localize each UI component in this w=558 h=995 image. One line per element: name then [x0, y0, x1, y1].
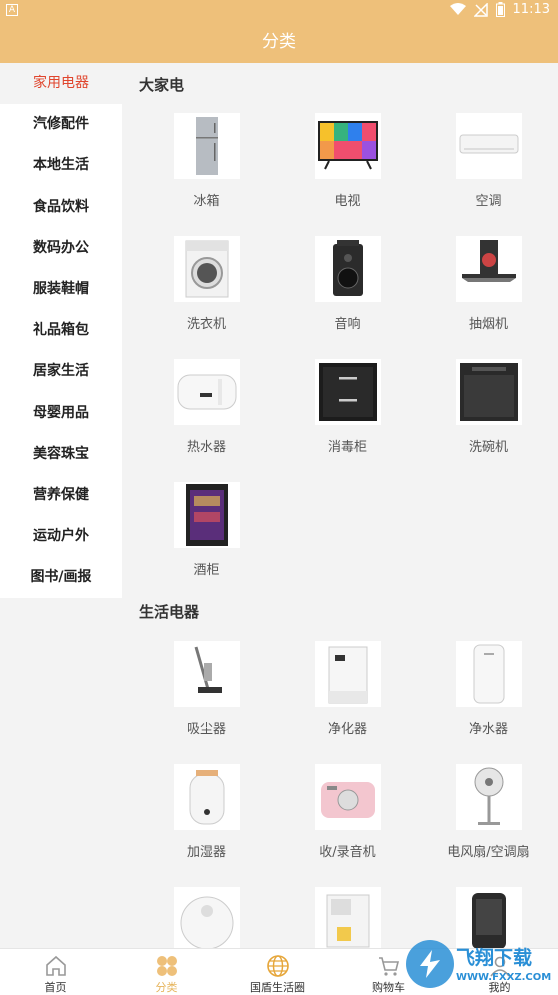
app-notification-icon: A: [6, 4, 18, 16]
category-tile[interactable]: 加湿器: [136, 764, 277, 860]
category-icon: [156, 956, 177, 976]
tab-home-label: 首页: [44, 981, 67, 994]
sidebar-item[interactable]: 本地生活: [0, 145, 122, 186]
signal-off-icon: [473, 2, 488, 17]
category-tile-label: 洗衣机: [186, 317, 226, 332]
category-tile-label: 消毒柜: [327, 440, 367, 455]
category-tile[interactable]: 电视: [277, 113, 418, 209]
wifi-icon: [449, 3, 466, 15]
svg-text:WWW.FXXZ.COM: WWW.FXXZ.COM: [456, 972, 551, 983]
category-tile-label: 电视: [334, 194, 361, 209]
page-title-bar: 分类: [0, 22, 558, 63]
tab-life-circle-label: 国盾生活圈: [250, 981, 305, 994]
sidebar-item[interactable]: 运动户外: [0, 516, 122, 557]
product-thumbnail: [173, 641, 240, 707]
watermark-logo: 飞翔下载 WWW.FXXZ.COM: [402, 936, 552, 992]
category-tile-label: 净化器: [327, 722, 367, 737]
sidebar-item[interactable]: 居家生活: [0, 351, 122, 392]
section-title-major-appliances: 大家电: [139, 76, 185, 94]
product-thumbnail: [173, 482, 240, 548]
sidebar-item[interactable]: 服装鞋帽: [0, 269, 122, 310]
category-tile[interactable]: 热水器: [136, 359, 277, 455]
product-thumbnail: [314, 359, 381, 425]
product-thumbnail: [173, 764, 240, 830]
section-title-small-appliances: 生活电器: [139, 603, 200, 621]
product-thumbnail: [455, 641, 522, 707]
cart-icon: [378, 957, 399, 976]
category-tile[interactable]: 净水器: [418, 641, 558, 737]
category-tile-label: 抽烟机: [468, 317, 508, 332]
page-title: 分类: [262, 32, 296, 52]
sidebar-item[interactable]: 礼品箱包: [0, 310, 122, 351]
category-tile-label: 酒柜: [193, 563, 220, 578]
tab-life-circle[interactable]: 国盾生活圈: [222, 949, 333, 995]
category-tile-label: 热水器: [186, 440, 226, 455]
category-tile-label: 空调: [475, 194, 502, 209]
tab-home[interactable]: 首页: [0, 949, 111, 995]
product-thumbnail: [173, 113, 240, 179]
sidebar-item[interactable]: 家用电器: [0, 63, 122, 105]
category-tile[interactable]: 音响: [277, 236, 418, 332]
tab-category[interactable]: 分类: [111, 949, 222, 995]
battery-icon: [495, 2, 505, 17]
category-tile[interactable]: 电风扇/空调扇: [418, 764, 558, 860]
sidebar-item[interactable]: 营养保健: [0, 475, 122, 516]
product-thumbnail: [314, 887, 381, 948]
sidebar-item[interactable]: 母婴用品: [0, 393, 122, 434]
category-tile[interactable]: [277, 887, 418, 948]
category-tile-label: 音响: [334, 317, 361, 332]
category-tile-label: 电风扇/空调扇: [447, 845, 530, 860]
category-tile[interactable]: 吸尘器: [136, 641, 277, 737]
category-tile[interactable]: [136, 887, 277, 948]
product-thumbnail: [455, 359, 522, 425]
product-thumbnail: [314, 236, 381, 302]
svg-text:飞翔下载: 飞翔下载: [456, 946, 532, 969]
category-tile[interactable]: 冰箱: [136, 113, 277, 209]
category-tile[interactable]: 抽烟机: [418, 236, 558, 332]
category-tile-label: 收/录音机: [319, 845, 376, 860]
sidebar-item[interactable]: 美容珠宝: [0, 434, 122, 475]
product-thumbnail: [455, 236, 522, 302]
product-thumbnail: [455, 764, 522, 830]
sidebar-item[interactable]: 数码办公: [0, 228, 122, 269]
product-thumbnail: [455, 113, 522, 179]
sidebar-item[interactable]: 图书/画报: [0, 557, 122, 598]
status-bar: A 11:13: [0, 0, 558, 22]
category-tile[interactable]: 洗碗机: [418, 359, 558, 455]
product-thumbnail: [173, 359, 240, 425]
sidebar-item[interactable]: 汽修配件: [0, 104, 122, 145]
category-tile[interactable]: 收/录音机: [277, 764, 418, 860]
category-tile[interactable]: 酒柜: [136, 482, 277, 578]
category-tile-label: 冰箱: [193, 194, 220, 209]
category-tile-label: 吸尘器: [186, 722, 226, 737]
clock: 11:13: [512, 2, 550, 17]
category-tile-label: 加湿器: [186, 845, 226, 860]
category-tile[interactable]: 洗衣机: [136, 236, 277, 332]
product-thumbnail: [173, 887, 240, 948]
category-tile-label: 净水器: [468, 722, 508, 737]
sidebar-item[interactable]: 食品饮料: [0, 187, 122, 228]
product-thumbnail: [314, 641, 381, 707]
category-tile-label: 洗碗机: [468, 440, 508, 455]
tab-category-label: 分类: [155, 981, 178, 994]
category-content: 大家电 冰箱 电视 空调洗衣机 音响 抽烟机热水器 消毒柜 洗碗机酒柜 生活电器 吸尘器 净化…: [122, 63, 558, 948]
category-tile[interactable]: 净化器: [277, 641, 418, 737]
globe-icon: [266, 955, 289, 977]
category-tile[interactable]: 消毒柜: [277, 359, 418, 455]
product-thumbnail: [314, 113, 381, 179]
home-icon: [45, 955, 66, 976]
product-thumbnail: [314, 764, 381, 830]
category-tile[interactable]: 空调: [418, 113, 558, 209]
product-thumbnail: [173, 236, 240, 302]
category-sidebar: 家用电器 汽修配件 本地生活 食品饮料 数码办公 服装鞋帽 礼品箱包 居家生活 母婴用品 美容珠宝…: [0, 63, 122, 599]
